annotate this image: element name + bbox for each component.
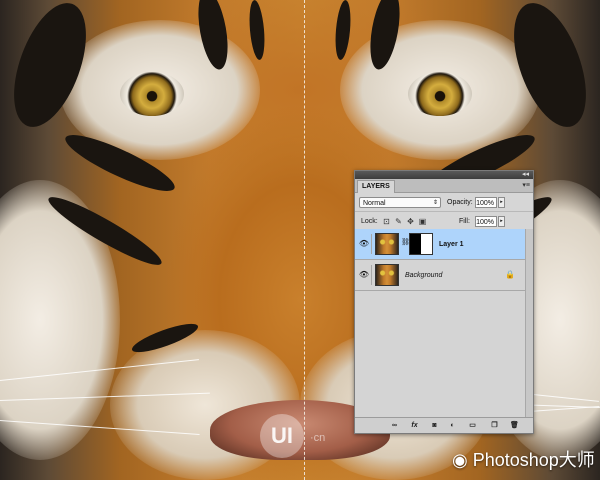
photoshop-brand-watermark: ◉ Photoshop大师 <box>452 446 595 472</box>
lock-brush-icon[interactable]: ✎ <box>394 217 403 226</box>
layer-thumbnail <box>375 233 399 255</box>
panel-tab-row: LAYERS ▾≡ <box>355 179 533 193</box>
stripe <box>247 0 267 61</box>
blend-mode-select[interactable]: Normal ⇕ <box>359 197 441 208</box>
weibo-icon: ◉ <box>452 450 468 470</box>
fx-icon[interactable]: fx <box>409 420 420 431</box>
layers-scrollbar[interactable] <box>525 229 533 417</box>
fill-field[interactable]: 100% <box>475 216 497 227</box>
collapse-icon[interactable]: ◂◂ <box>522 171 529 179</box>
trash-icon[interactable]: 🗑 <box>509 420 520 431</box>
fill-label: Fill: <box>459 218 470 225</box>
stripe <box>333 0 353 61</box>
layers-panel: ◂◂ LAYERS ▾≡ Normal ⇕ Opacity: 100% ▸ Lo… <box>354 170 534 434</box>
blend-opacity-row: Normal ⇕ Opacity: 100% ▸ <box>355 193 533 212</box>
link-icon[interactable]: ∞ <box>389 420 400 431</box>
group-icon[interactable]: ▭ <box>467 420 478 431</box>
layer-mask-thumbnail[interactable] <box>409 233 433 255</box>
panel-titlebar[interactable]: ◂◂ <box>355 171 533 179</box>
layer-row-layer-1[interactable]: 👁 ⛓ Layer 1 <box>355 229 525 260</box>
chevron-updown-icon: ⇕ <box>432 200 438 206</box>
lock-move-icon[interactable]: ✥ <box>406 217 415 226</box>
layer-row-background[interactable]: 👁 Background 🔒 <box>355 260 525 291</box>
opacity-field[interactable]: 100% <box>475 197 497 208</box>
vertical-guide-line[interactable] <box>304 0 305 480</box>
uicn-logo-suffix: ·cn <box>310 432 326 444</box>
panel-footer: ∞ fx ◙ ◐ ▭ ❐ 🗑 <box>355 417 533 433</box>
new-layer-icon[interactable]: ❐ <box>489 420 500 431</box>
opacity-arrow-icon[interactable]: ▸ <box>498 197 505 208</box>
mask-icon[interactable]: ◙ <box>429 420 440 431</box>
uicn-logo: UI <box>260 414 304 458</box>
tiger-eye-right <box>408 72 472 116</box>
visibility-eye-icon[interactable]: 👁 <box>357 265 372 285</box>
layer-name: Background <box>405 272 443 279</box>
layer-name: Layer 1 <box>439 241 464 248</box>
tab-layers[interactable]: LAYERS <box>357 180 395 193</box>
lock-all-icon[interactable]: ▣ <box>418 217 427 226</box>
opacity-label: Opacity: <box>447 199 473 206</box>
adjustment-icon[interactable]: ◐ <box>447 420 458 431</box>
brand-text: Photoshop大师 <box>472 450 595 470</box>
lock-label: Lock: <box>361 218 378 225</box>
visibility-eye-icon[interactable]: 👁 <box>357 234 372 254</box>
lock-icon: 🔒 <box>505 270 515 279</box>
layers-list: 👁 ⛓ Layer 1 👁 Background 🔒 <box>355 229 525 417</box>
fill-arrow-icon[interactable]: ▸ <box>498 216 505 227</box>
lock-transparency-icon[interactable]: ⊡ <box>382 217 391 226</box>
layer-thumbnail <box>375 264 399 286</box>
panel-menu-icon[interactable]: ▾≡ <box>522 181 530 189</box>
blend-mode-value: Normal <box>363 200 386 207</box>
tiger-eye-left <box>120 72 184 116</box>
